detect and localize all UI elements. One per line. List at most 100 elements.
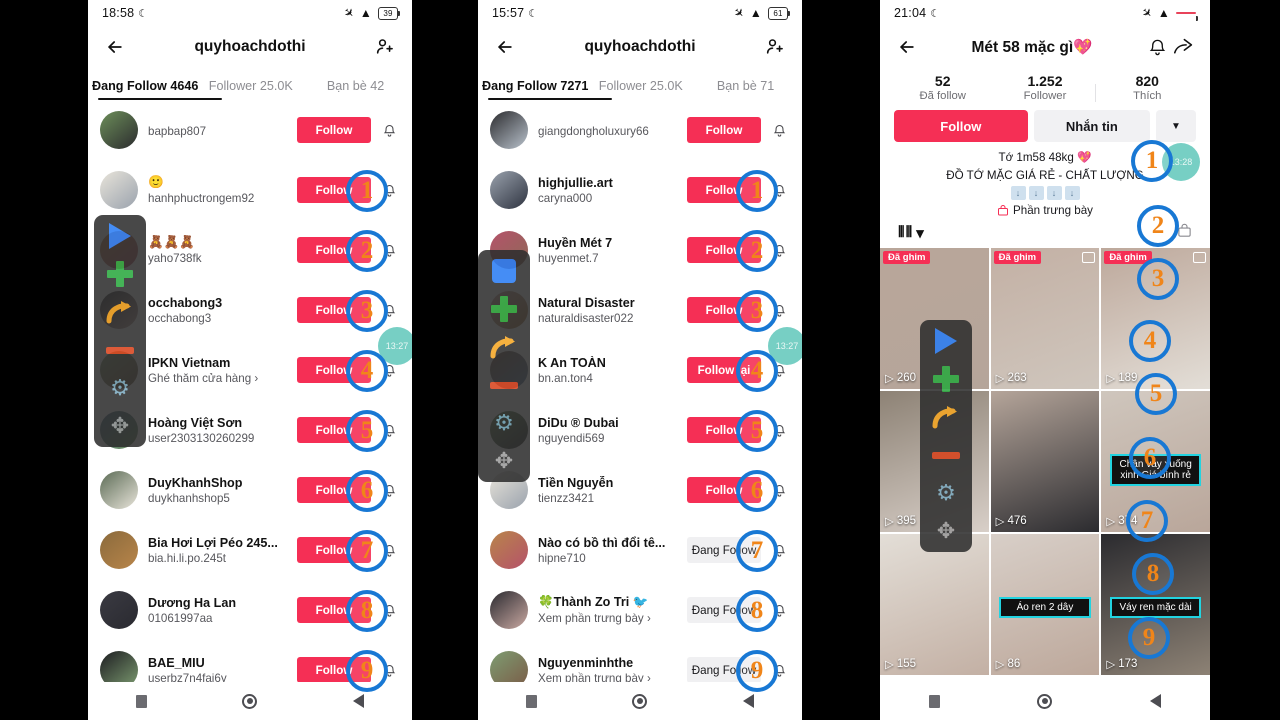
annotation-marker-4: 4 [736, 350, 778, 392]
grid-icon: ⦀⦀ [898, 224, 914, 242]
display-name: 🍀Thành Zo Tri 🐦 [538, 595, 649, 609]
battery-indicator: 39 [378, 6, 400, 20]
follow-button[interactable]: Follow [297, 117, 371, 143]
stat-label: Thích [1133, 90, 1162, 102]
chevron-down-icon[interactable]: ▾ [916, 224, 925, 242]
username: Xem phần trưng bày › [538, 612, 651, 625]
view-count-value: 395 [896, 514, 917, 527]
stop-icon[interactable] [489, 258, 519, 284]
stat-following[interactable]: 52 Đã follow [892, 73, 994, 102]
tab-following[interactable]: Đang Follow 4646 [92, 79, 198, 100]
annotation-marker-3: 3 [346, 290, 388, 332]
bell-icon[interactable] [1144, 34, 1170, 60]
video-thumbnail[interactable]: ▷ 476 [990, 390, 1100, 532]
play-icon[interactable] [931, 328, 961, 354]
display-name: BAE_MIU [148, 655, 205, 670]
username: bn.an.ton4 [538, 371, 593, 385]
curved-arrow-icon[interactable] [489, 334, 519, 360]
follow-button[interactable]: Follow [687, 117, 761, 143]
view-count-value: 260 [896, 371, 917, 384]
tab-following[interactable]: Đang Follow 7271 [482, 79, 588, 100]
triangle-back-icon[interactable] [1150, 694, 1162, 708]
avatar[interactable] [490, 171, 528, 209]
circle-icon[interactable] [242, 693, 258, 709]
stat-followers[interactable]: 1.252 Follower [994, 73, 1097, 102]
annotation-marker-8: 8 [346, 590, 388, 632]
move-handle-icon[interactable]: ✥ [105, 413, 135, 439]
add-user-icon[interactable] [372, 34, 398, 60]
view-count-value: 189 [1118, 371, 1138, 384]
add-icon[interactable] [931, 366, 961, 392]
view-count: ▷ 263 [996, 371, 1027, 385]
gear-icon[interactable]: ⚙ [489, 410, 519, 436]
annotation-marker-2: 2 [346, 230, 388, 272]
square-icon[interactable] [928, 694, 940, 708]
basket-icon[interactable] [1177, 223, 1192, 243]
list-item-meta: giangdongholuxury66 [528, 123, 687, 138]
display-name: occhabong3 [148, 295, 223, 310]
square-icon[interactable] [525, 694, 537, 708]
stat-likes[interactable]: 820 Thích [1096, 73, 1198, 102]
back-arrow-icon[interactable] [102, 34, 128, 60]
annotation-marker-5: 5 [736, 410, 778, 452]
floating-toolbar-3[interactable]: ⚙ ✥ [920, 320, 972, 552]
avatar[interactable] [100, 471, 138, 509]
stat-label: Follower [1023, 90, 1067, 102]
tab-followers[interactable]: Follower 25.0K [198, 79, 303, 100]
bell-icon[interactable] [768, 123, 790, 138]
follow-button[interactable]: Follow [894, 110, 1028, 142]
remove-icon[interactable] [489, 372, 519, 398]
list-item[interactable]: bapbap807 Follow [88, 100, 412, 160]
bell-icon[interactable] [378, 123, 400, 138]
bio-down-arrows: ↓ ↓ ↓ ↓ [880, 185, 1210, 200]
add-user-icon[interactable] [762, 34, 788, 60]
avatar[interactable] [100, 591, 138, 629]
share-icon[interactable] [1170, 34, 1196, 60]
remove-icon[interactable] [105, 337, 135, 363]
more-options-button[interactable]: ▼ [1156, 110, 1196, 142]
triangle-back-icon[interactable] [353, 694, 365, 708]
tab-friends[interactable]: Bạn bè 71 [693, 79, 798, 100]
display-name: Natural Disaster [538, 295, 635, 310]
square-icon[interactable] [135, 694, 147, 708]
avatar[interactable] [490, 591, 528, 629]
message-button[interactable]: Nhắn tin [1033, 110, 1150, 142]
floating-toolbar-2[interactable]: ⚙ ✥ [478, 250, 530, 482]
gear-icon[interactable]: ⚙ [931, 480, 961, 506]
grid-tab-videos[interactable]: ⦀⦀ ▾ [898, 224, 925, 242]
list-item-meta: bapbap807 [138, 123, 297, 138]
display-name: K An TOÀN [538, 355, 606, 370]
back-arrow-icon[interactable] [894, 34, 920, 60]
move-handle-icon[interactable]: ✥ [931, 518, 961, 544]
play-icon[interactable] [105, 223, 135, 249]
add-icon[interactable] [489, 296, 519, 322]
avatar[interactable] [100, 111, 138, 149]
move-handle-icon[interactable]: ✥ [489, 448, 519, 474]
curved-arrow-icon[interactable] [105, 299, 135, 325]
gear-icon[interactable]: ⚙ [105, 375, 135, 401]
video-thumbnail[interactable]: Đã ghim ▷ 263 [990, 247, 1100, 389]
list-item-meta: occhabong3 occhabong3 [138, 296, 297, 325]
avatar[interactable] [100, 531, 138, 569]
video-thumbnail[interactable]: ▷ 155 [880, 533, 989, 675]
remove-icon[interactable] [931, 442, 961, 468]
video-thumbnail[interactable]: Áo ren 2 dây ▷ 86 [990, 533, 1100, 675]
floating-toolbar-1[interactable]: ⚙ ✥ [94, 215, 146, 447]
list-item-meta: K An TOÀN bn.an.ton4 [528, 356, 687, 385]
circle-icon[interactable] [632, 693, 648, 709]
list-item[interactable]: giangdongholuxury66 Follow [478, 100, 802, 160]
tab-friends[interactable]: Bạn bè 42 [303, 79, 408, 100]
annotation-marker-6: 6 [1129, 437, 1171, 479]
avatar[interactable] [490, 531, 528, 569]
circle-icon[interactable] [1037, 693, 1053, 709]
page-title: quyhoachdothi [584, 38, 696, 55]
phone-panel-1: 18:58 ☾ ✈ ▲ 39 quyhoachdothi Đang Follow… [88, 0, 412, 720]
annotation-marker-8: 8 [1132, 553, 1174, 595]
add-icon[interactable] [105, 261, 135, 287]
avatar[interactable] [100, 171, 138, 209]
back-arrow-icon[interactable] [492, 34, 518, 60]
tab-followers[interactable]: Follower 25.0K [588, 79, 693, 100]
avatar[interactable] [490, 111, 528, 149]
triangle-back-icon[interactable] [743, 694, 755, 708]
curved-arrow-icon[interactable] [931, 404, 961, 430]
